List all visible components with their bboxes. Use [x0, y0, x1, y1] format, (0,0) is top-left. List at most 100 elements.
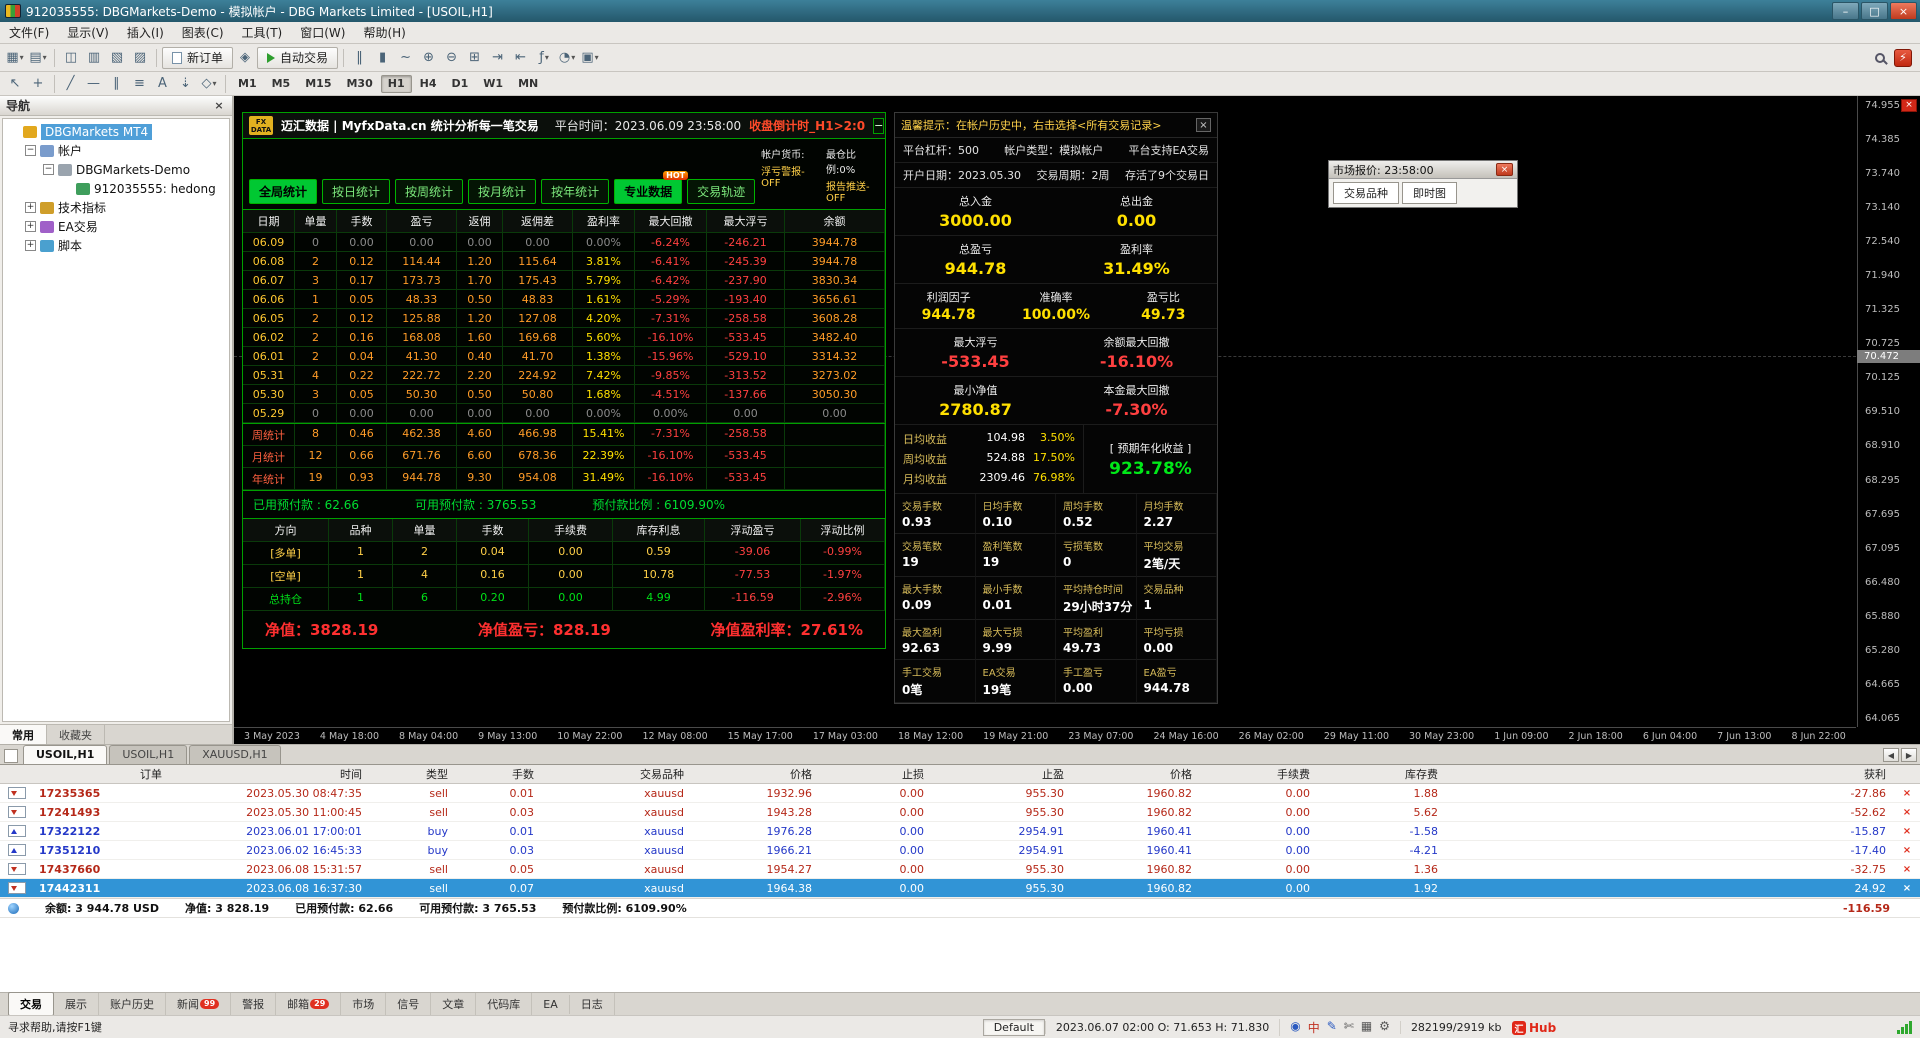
timeframe-w1[interactable]: W1 [476, 75, 510, 93]
scroll-right-icon[interactable]: ▶ [1901, 748, 1917, 762]
text-label-icon[interactable]: A [152, 73, 174, 95]
menu-item[interactable]: 工具(T) [233, 21, 292, 44]
arrows-icon[interactable]: ⇣ [175, 73, 197, 95]
nav-tab-common[interactable]: 常用 [0, 725, 47, 744]
report-push-toggle[interactable]: 报告推送-OFF [826, 178, 879, 204]
auto-scroll-icon[interactable]: ⇥ [487, 47, 509, 69]
shapes-icon[interactable]: ◇ ▾ [198, 73, 220, 95]
timeframe-mn[interactable]: MN [511, 75, 545, 93]
market-watch-titlebar[interactable]: 市场报价: 23:58:00 × [1329, 161, 1517, 179]
minimize-button[interactable]: – [1832, 2, 1859, 20]
connection-icon[interactable]: ◉ [1290, 1019, 1300, 1036]
nav-item-demo-server[interactable]: − DBGMarkets-Demo [3, 160, 229, 179]
indicators-icon[interactable]: ƒ ▾ [533, 47, 555, 69]
data-window-icon[interactable]: ▥ [83, 47, 105, 69]
column-header[interactable]: 手数 [456, 766, 542, 782]
daily-row[interactable]: 05.30 3 0.05 50.30 0.50 50.80 1.68% -4.5… [243, 385, 885, 404]
order-row[interactable]: 17241493 2023.05.30 11:00:45 sell 0.03 x… [0, 803, 1920, 822]
menu-item[interactable]: 窗口(W) [291, 21, 354, 44]
metaeditor-icon[interactable]: ◈ [234, 47, 256, 69]
tab-articles[interactable]: 文章 [431, 993, 477, 1015]
tab-code-base[interactable]: 代码库 [476, 993, 533, 1015]
chart-shift-icon[interactable]: ⇤ [510, 47, 532, 69]
position-row-long[interactable]: [多单] 1 2 0.04 0.00 0.59 -39.06 -0.99% [243, 542, 885, 565]
column-header[interactable]: 获利 [1446, 766, 1894, 782]
column-header[interactable]: 类型 [370, 766, 456, 782]
order-row[interactable]: 17437660 2023.06.08 15:31:57 sell 0.05 x… [0, 860, 1920, 879]
tab-news[interactable]: 新闻 99 [166, 993, 232, 1015]
position-row-total[interactable]: 总持仓 1 6 0.20 0.00 4.99 -116.59 -2.96% [243, 588, 885, 611]
chart-tab-usoil-1[interactable]: USOIL,H1 [23, 745, 108, 764]
tab-market[interactable]: 市场 [341, 993, 387, 1015]
menu-item[interactable]: 图表(C) [173, 21, 233, 44]
close-order-icon[interactable]: × [1894, 826, 1920, 837]
bar-chart-icon[interactable]: ‖ [349, 47, 371, 69]
column-header[interactable]: 时间 [170, 766, 370, 782]
line-chart-icon[interactable]: ~ [395, 47, 417, 69]
order-row[interactable]: 17351210 2023.06.02 16:45:33 buy 0.03 xa… [0, 841, 1920, 860]
periods-icon[interactable]: ◔ ▾ [556, 47, 578, 69]
indicator-close-icon[interactable]: × [1901, 99, 1917, 112]
stats-tab-track[interactable]: 交易轨迹 [687, 179, 756, 204]
nav-item-ea[interactable]: + EA交易 [3, 217, 229, 236]
column-header[interactable]: 价格 [692, 766, 820, 782]
trendline-icon[interactable]: ╱ [60, 73, 82, 95]
daily-row[interactable]: 05.29 0 0.00 0.00 0.00 0.00 0.00% 0.00% … [243, 404, 885, 423]
daily-row[interactable]: 06.01 2 0.04 41.30 0.40 41.70 1.38% -15.… [243, 347, 885, 366]
monthly-summary-row[interactable]: 月统计 12 0.66 671.76 6.60 678.36 22.39% -1… [243, 446, 885, 468]
language-icon[interactable]: 中 [1308, 1019, 1320, 1036]
menu-item[interactable]: 插入(I) [118, 21, 173, 44]
order-row-selected[interactable]: 17442311 2023.06.08 16:37:30 sell 0.07 x… [0, 879, 1920, 898]
time-scale[interactable]: 3 May 2023 4 May 18:00 8 May 04:00 9 May 13… [234, 727, 1856, 744]
nav-tab-favorites[interactable]: 收藏夹 [47, 725, 105, 744]
tab-account-history[interactable]: 账户历史 [99, 993, 166, 1015]
yearly-summary-row[interactable]: 年统计 19 0.93 944.78 9.30 954.08 31.49% -1… [243, 468, 885, 490]
close-order-icon[interactable]: × [1894, 788, 1920, 799]
order-row[interactable]: 17235365 2023.05.30 08:47:35 sell 0.01 x… [0, 784, 1920, 803]
expander-icon[interactable]: + [25, 202, 36, 213]
tab-alerts[interactable]: 警报 [231, 993, 277, 1015]
column-header[interactable]: 价格 [1072, 766, 1200, 782]
column-header[interactable]: 止损 [820, 766, 932, 782]
order-row[interactable]: 17322122 2023.06.01 17:00:01 buy 0.01 xa… [0, 822, 1920, 841]
tab-signals[interactable]: 信号 [386, 993, 432, 1015]
column-header[interactable]: 库存费 [1318, 766, 1446, 782]
zoom-in-icon[interactable]: ⊕ [418, 47, 440, 69]
stats-tab-daily[interactable]: 按日统计 [322, 179, 391, 204]
market-watch-tab-tick[interactable]: 即时图 [1402, 182, 1457, 204]
market-watch-close-icon[interactable]: × [1496, 163, 1513, 176]
nav-item-scripts[interactable]: + 脚本 [3, 236, 229, 255]
profiles-icon[interactable]: ▤ ▾ [27, 47, 49, 69]
tab-ea[interactable]: EA [532, 994, 570, 1014]
horizontal-line-icon[interactable]: — [83, 73, 105, 95]
stats-tab-weekly[interactable]: 按周统计 [395, 179, 464, 204]
profile-selector[interactable]: Default [982, 1018, 1045, 1036]
daily-row[interactable]: 06.02 2 0.16 168.08 1.60 169.68 5.60% -1… [243, 328, 885, 347]
column-header[interactable]: 交易品种 [542, 766, 692, 782]
tab-mailbox[interactable]: 邮箱 29 [276, 993, 342, 1015]
expander-icon[interactable]: + [25, 221, 36, 232]
column-header[interactable]: 手续费 [1200, 766, 1318, 782]
expander-icon[interactable]: − [43, 164, 54, 175]
close-order-icon[interactable]: × [1894, 807, 1920, 818]
daily-row[interactable]: 06.07 3 0.17 173.73 1.70 175.43 5.79% -6… [243, 271, 885, 290]
menu-item[interactable]: 文件(F) [0, 21, 58, 44]
expander-icon[interactable]: + [25, 240, 36, 251]
nav-item-indicators[interactable]: + 技术指标 [3, 198, 229, 217]
candle-chart-icon[interactable]: ▮ [372, 47, 394, 69]
nav-item-mt4[interactable]: DBGMarkets MT4 [3, 122, 229, 141]
column-header[interactable]: 订单 [0, 766, 170, 782]
nav-item-account-912035555[interactable]: 912035555: hedong [3, 179, 229, 198]
new-chart-icon[interactable]: ▦ ▾ [4, 47, 26, 69]
tab-trade[interactable]: 交易 [8, 992, 54, 1016]
daily-row[interactable]: 06.08 2 0.12 114.44 1.20 115.64 3.81% -6… [243, 252, 885, 271]
cut-icon[interactable]: ✄ [1344, 1019, 1354, 1036]
window-list-icon[interactable] [4, 749, 18, 763]
position-row-short[interactable]: [空单] 1 4 0.16 0.00 10.78 -77.53 -1.97% [243, 565, 885, 588]
tile-windows-icon[interactable]: ⊞ [464, 47, 486, 69]
navigator-icon[interactable]: ▧ [106, 47, 128, 69]
market-watch-tab-symbols[interactable]: 交易品种 [1333, 182, 1399, 204]
grid-icon[interactable]: ▦ [1361, 1019, 1372, 1036]
expander-icon[interactable]: − [25, 145, 36, 156]
column-header[interactable]: 止盈 [932, 766, 1072, 782]
